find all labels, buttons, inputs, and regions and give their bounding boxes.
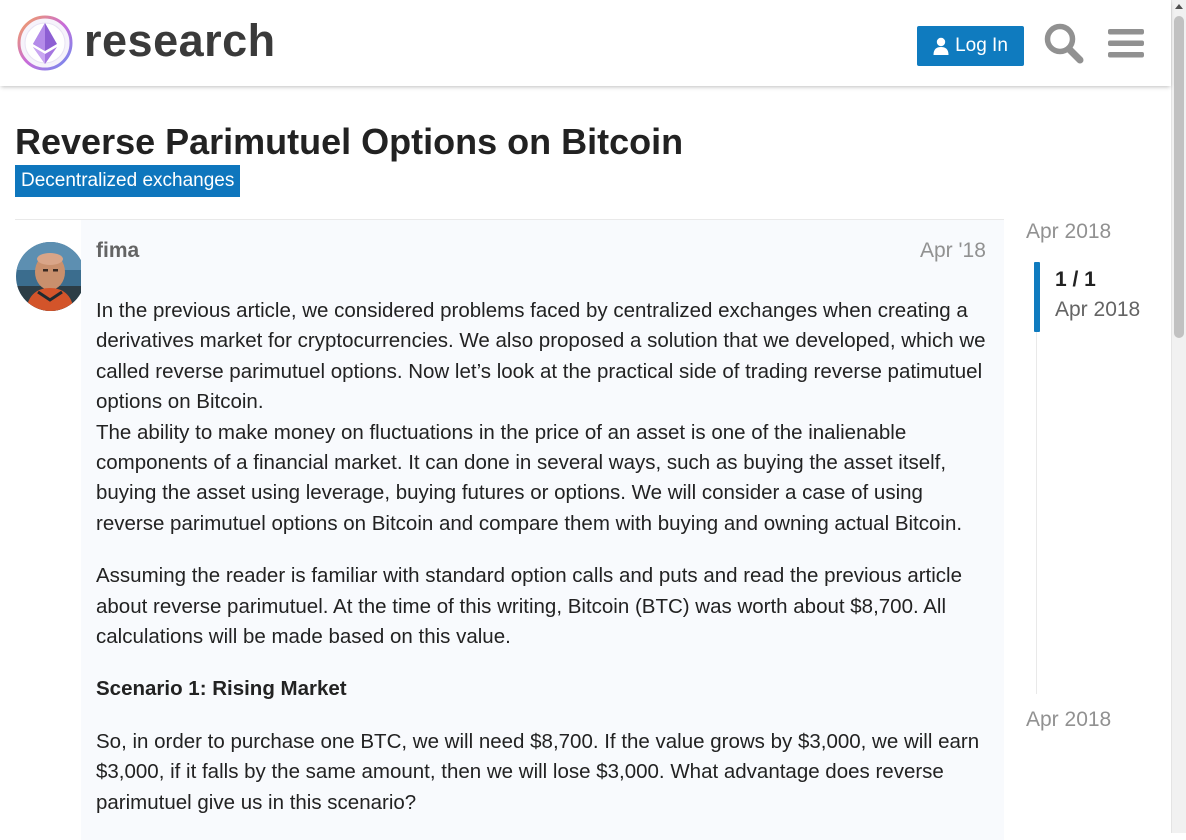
login-button[interactable]: Log In	[917, 26, 1024, 66]
user-icon	[933, 37, 949, 55]
post-content: In the previous article, we considered p…	[96, 296, 991, 840]
post-paragraph: The ability to make money on fluctuation…	[96, 420, 963, 535]
post-username[interactable]: fima	[96, 239, 139, 263]
scroll-up-arrow-icon[interactable]	[1175, 4, 1183, 9]
site-logo-link[interactable]: research	[16, 14, 276, 72]
user-avatar-image	[16, 242, 85, 311]
timeline-end-date[interactable]: Apr 2018	[1026, 708, 1111, 732]
timeline-current-date: Apr 2018	[1055, 298, 1141, 321]
post-paragraph: So, in order to purchase one BTC, we wil…	[96, 729, 980, 814]
site-name: research	[84, 14, 276, 66]
site-header: research Log In	[0, 0, 1171, 86]
topic-title[interactable]: Reverse Parimutuel Options on Bitcoin	[15, 120, 683, 164]
post-paragraph: Assuming the reader is familiar with sta…	[96, 564, 963, 649]
avatar[interactable]	[16, 242, 85, 311]
login-button-label: Log In	[955, 35, 1008, 56]
timeline-start-date[interactable]: Apr 2018	[1026, 220, 1111, 244]
timeline-position: 1 / 1	[1055, 268, 1096, 291]
search-icon[interactable]	[1043, 21, 1085, 65]
scenario-heading: Scenario 1: Rising Market	[96, 677, 347, 701]
timeline-scroll-handle[interactable]	[1034, 262, 1040, 332]
page-scrollbar[interactable]	[1171, 0, 1186, 833]
hamburger-menu-icon[interactable]	[1105, 21, 1147, 65]
category-badge[interactable]: Decentralized exchanges	[15, 165, 241, 197]
ethereum-research-logo-icon	[17, 15, 73, 71]
post-paragraph: In the previous article, we considered p…	[96, 299, 986, 414]
scrollbar-thumb[interactable]	[1174, 16, 1184, 338]
post-date[interactable]: Apr '18	[920, 239, 986, 263]
